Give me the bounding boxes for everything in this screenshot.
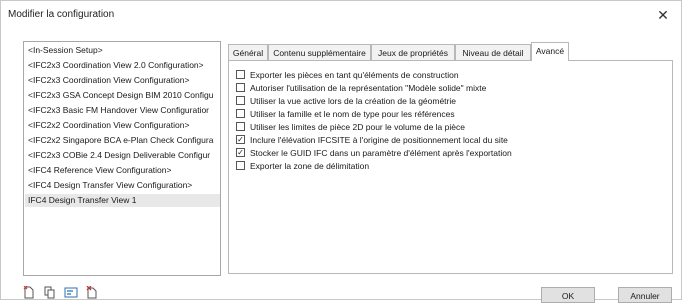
config-list-item[interactable]: <IFC2x3 Coordination View 2.0 Configurat… (25, 59, 220, 72)
option-checkbox[interactable] (236, 109, 245, 118)
config-list-item[interactable]: <IFC4 Reference View Configuration> (25, 164, 220, 177)
option-checkbox[interactable]: ✓ (236, 135, 245, 144)
option-label: Exporter les pièces en tant qu'éléments … (250, 70, 459, 80)
title-bar: Modifier la configuration ✕ (1, 1, 681, 31)
config-list-item[interactable]: <IFC2x2 Coordination View Configuration> (25, 119, 220, 132)
config-list-item[interactable]: <IFC2x3 COBie 2.4 Design Deliverable Con… (25, 149, 220, 162)
option-label: Stocker le GUID IFC dans un paramètre d'… (250, 148, 512, 158)
configuration-dialog: Modifier la configuration ✕ ‹ › <In-Sess… (0, 0, 682, 303)
option-checkbox[interactable] (236, 96, 245, 105)
tab-jeux-de-proprietes[interactable]: Jeux de propriétés (371, 44, 455, 60)
option-checkbox[interactable] (236, 161, 245, 170)
config-list-item[interactable]: <IFC2x3 Basic FM Handover View Configura… (25, 104, 220, 117)
close-icon[interactable]: ✕ (653, 5, 673, 25)
ok-button[interactable]: OK (541, 287, 595, 303)
config-list-item[interactable]: <IFC2x3 Coordination View Configuration> (25, 74, 220, 87)
new-setup-icon[interactable] (23, 285, 35, 299)
tab-niveau-de-detail[interactable]: Niveau de détail (455, 44, 531, 60)
option-label: Utiliser les limites de pièce 2D pour le… (250, 122, 465, 132)
option-checkbox[interactable] (236, 122, 245, 131)
config-list-item[interactable]: <IFC2x2 Singapore BCA e-Plan Check Confi… (25, 134, 220, 147)
rename-setup-icon[interactable] (64, 286, 78, 299)
advanced-tab-panel: Exporter les pièces en tant qu'éléments … (228, 60, 673, 274)
option-checkbox[interactable] (236, 70, 245, 79)
option-label: Inclure l'élévation IFCSITE à l'origine … (250, 135, 508, 145)
option-checkbox[interactable] (236, 83, 245, 92)
dialog-title: Modifier la configuration (8, 9, 115, 20)
config-list-item[interactable]: IFC4 Design Transfer View 1 (25, 194, 220, 207)
option-label: Exporter la zone de délimitation (250, 161, 370, 171)
tab-contenu-supplementaire[interactable]: Contenu supplémentaire (268, 44, 371, 60)
option-checkbox[interactable]: ✓ (236, 148, 245, 157)
option-label: Utiliser la vue active lors de la créati… (250, 96, 456, 106)
config-list-item[interactable]: <In-Session Setup> (25, 44, 220, 57)
config-list-item[interactable]: <IFC4 Design Transfer View Configuration… (25, 179, 220, 192)
duplicate-setup-icon[interactable] (44, 286, 56, 299)
option-label: Utiliser la famille et le nom de type po… (250, 109, 455, 119)
option-label: Autoriser l'utilisation de la représenta… (250, 83, 487, 93)
delete-setup-icon[interactable] (86, 285, 98, 299)
tab-avance[interactable]: Avancé (531, 42, 569, 61)
cancel-button[interactable]: Annuler (618, 287, 672, 303)
configuration-list[interactable]: ‹ › <In-Session Setup><IFC2x3 Coordinati… (23, 41, 221, 276)
config-list-item[interactable]: <IFC2x3 GSA Concept Design BIM 2010 Conf… (25, 89, 220, 102)
tab-general[interactable]: Général (228, 44, 268, 60)
